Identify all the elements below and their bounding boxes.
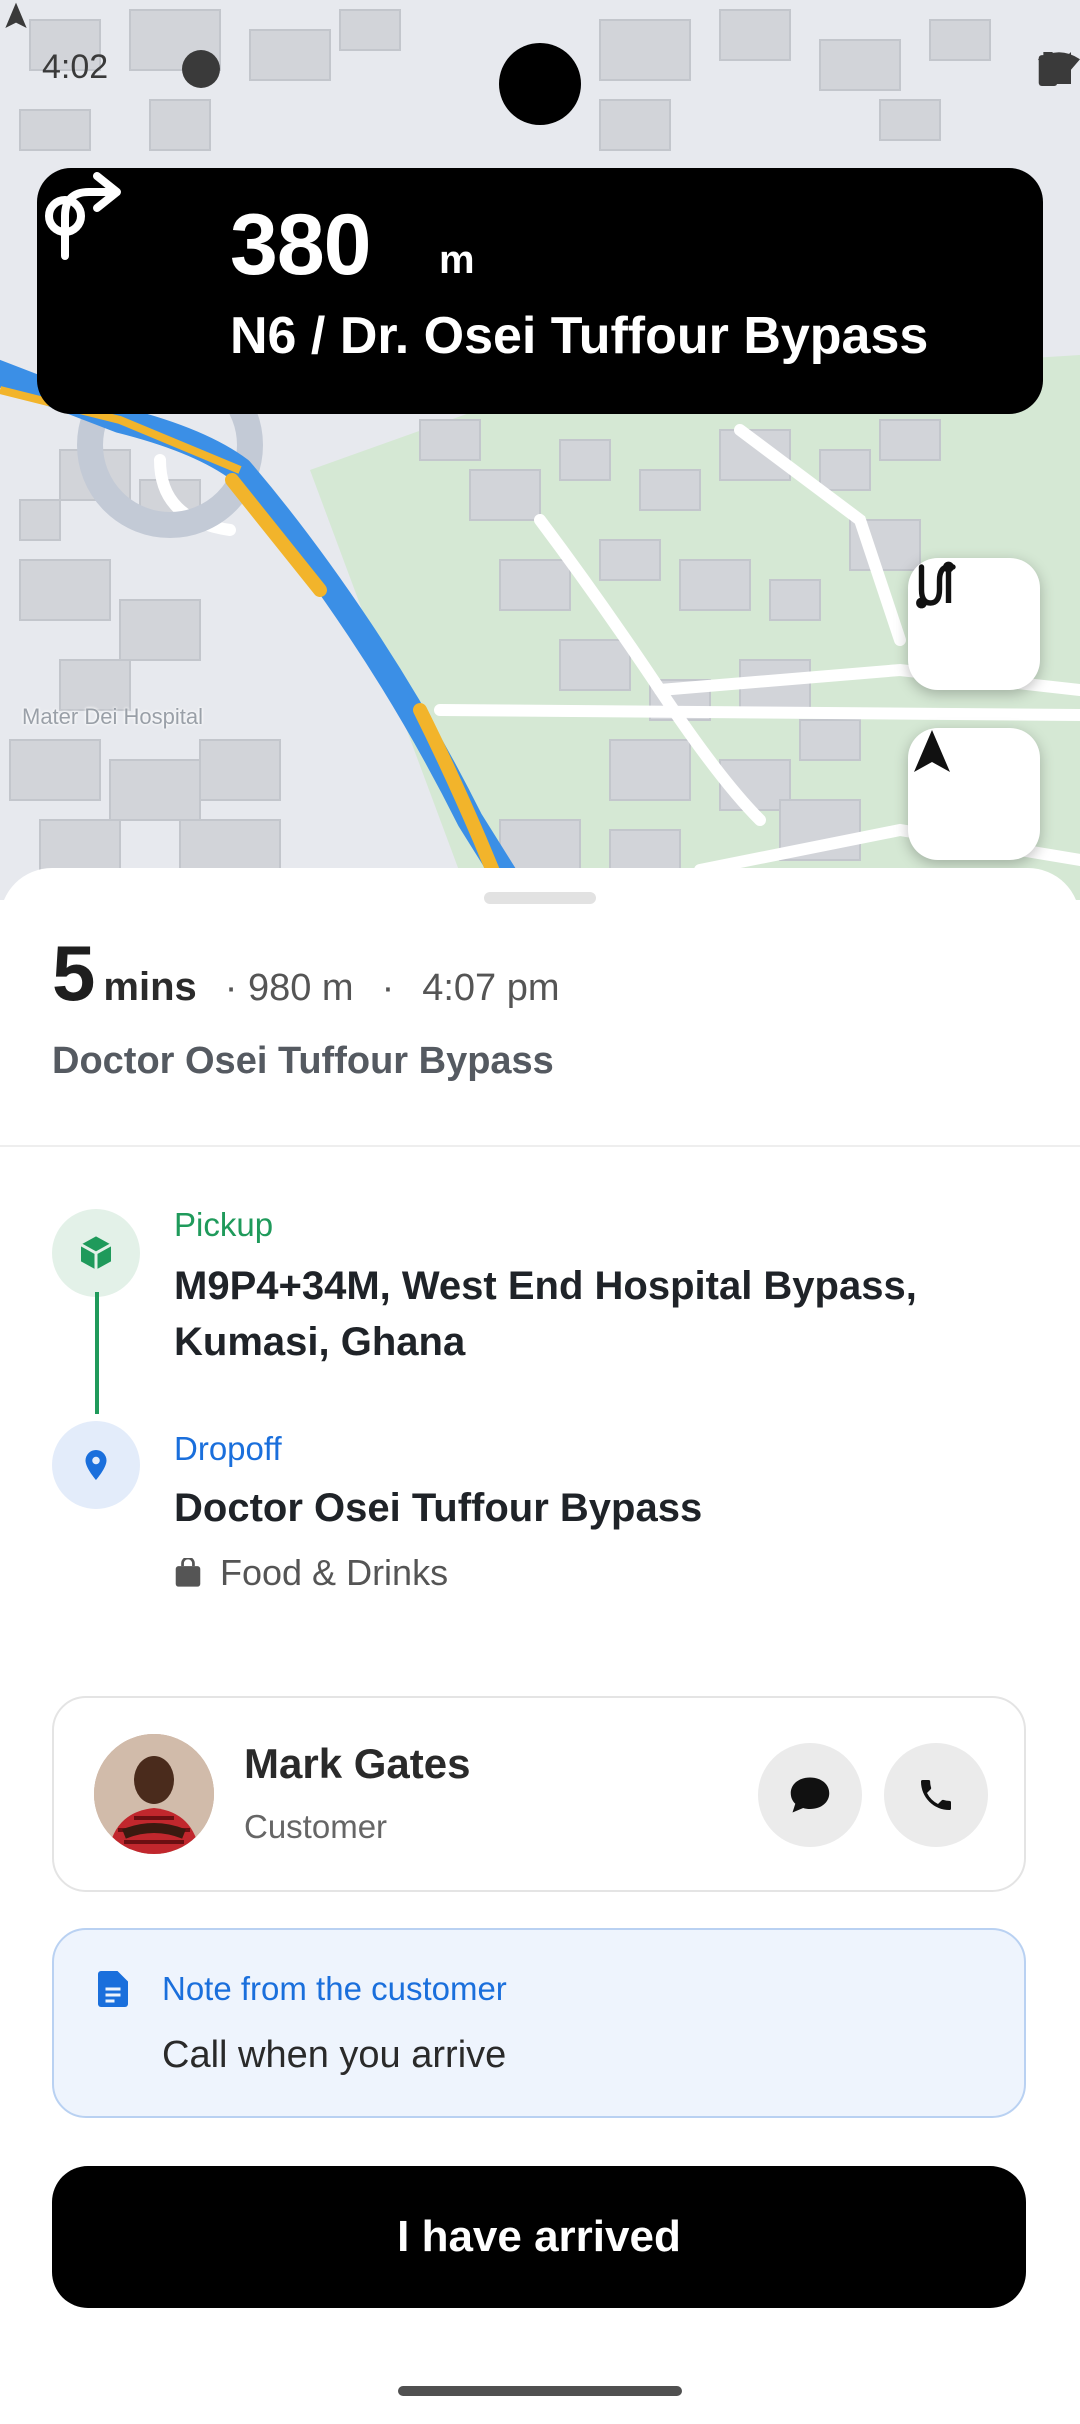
message-customer-button[interactable] — [758, 1743, 862, 1847]
home-indicator[interactable] — [398, 2386, 682, 2396]
call-customer-button[interactable] — [884, 1743, 988, 1847]
customer-name: Mark Gates — [244, 1740, 471, 1787]
dropoff-label: Dropoff — [174, 1430, 282, 1467]
turn-right-icon — [45, 172, 121, 260]
customer-role: Customer — [244, 1808, 388, 1845]
note-title: Note from the customer — [162, 1970, 507, 2007]
next-turn-distance: 380 — [230, 197, 371, 293]
customer-card: Mark Gates Customer — [52, 1696, 1026, 1892]
sheet-drag-handle[interactable] — [484, 892, 596, 904]
battery-icon — [1038, 52, 1058, 86]
route-connector-line — [95, 1292, 99, 1414]
location-pin-icon — [85, 1450, 107, 1480]
pickup-icon-circle — [52, 1209, 140, 1297]
next-turn-unit: m — [439, 238, 475, 282]
route-icon — [916, 561, 956, 609]
map-view[interactable]: Mater Dei Hospital 4:02 380 m N6 / Dr. O… — [0, 0, 1080, 900]
eta-separator: · — [381, 967, 395, 1009]
navigation-arrow-icon — [914, 730, 950, 772]
camera-cutout — [499, 43, 581, 125]
avatar-image — [94, 1734, 214, 1854]
dropoff-address: Doctor Osei Tuffour Bypass — [174, 1486, 703, 1530]
chat-bubble-icon — [790, 1777, 830, 1813]
arrival-time: 4:07 pm — [422, 967, 560, 1009]
divider — [0, 1145, 1080, 1147]
notification-dot-icon — [182, 50, 220, 88]
eta-value: 5 — [52, 929, 96, 1017]
dropoff-icon-circle — [52, 1421, 140, 1509]
customer-avatar — [94, 1734, 214, 1854]
location-arrow-icon — [5, 2, 27, 29]
next-turn-street: N6 / Dr. Osei Tuffour Bypass — [230, 307, 929, 365]
customer-note: Note from the customer Call when you arr… — [52, 1928, 1026, 2118]
navigation-banner[interactable]: 380 m N6 / Dr. Osei Tuffour Bypass — [37, 168, 1043, 414]
destination-title: Doctor Osei Tuffour Bypass — [52, 1040, 554, 1082]
trip-details-sheet[interactable]: 5 mins · 980 m · 4:07 pm Doctor Osei Tuf… — [0, 868, 1080, 2424]
arrived-button[interactable]: I have arrived — [52, 2166, 1026, 2308]
map-poi-label: Mater Dei Hospital — [22, 704, 203, 729]
eta-row: 5 mins · 980 m · 4:07 pm — [52, 928, 560, 1019]
shopping-bag-icon — [175, 1558, 201, 1587]
trip-distance: · 980 m — [224, 967, 354, 1009]
note-text: Call when you arrive — [162, 2034, 507, 2076]
phone-icon — [921, 1780, 951, 1810]
pickup-label: Pickup — [174, 1206, 274, 1243]
eta-unit: mins — [103, 965, 197, 1009]
status-time: 4:02 — [42, 48, 109, 86]
recenter-button[interactable] — [908, 728, 1040, 860]
order-category-label: Food & Drinks — [220, 1552, 449, 1593]
pickup-address: M9P4+34M, West End Hospital Bypass, Kuma… — [174, 1264, 917, 1364]
route-overview-button[interactable] — [908, 558, 1040, 690]
package-icon — [80, 1236, 112, 1270]
document-icon — [98, 1971, 128, 2007]
order-category: Food & Drinks — [174, 1552, 448, 1594]
